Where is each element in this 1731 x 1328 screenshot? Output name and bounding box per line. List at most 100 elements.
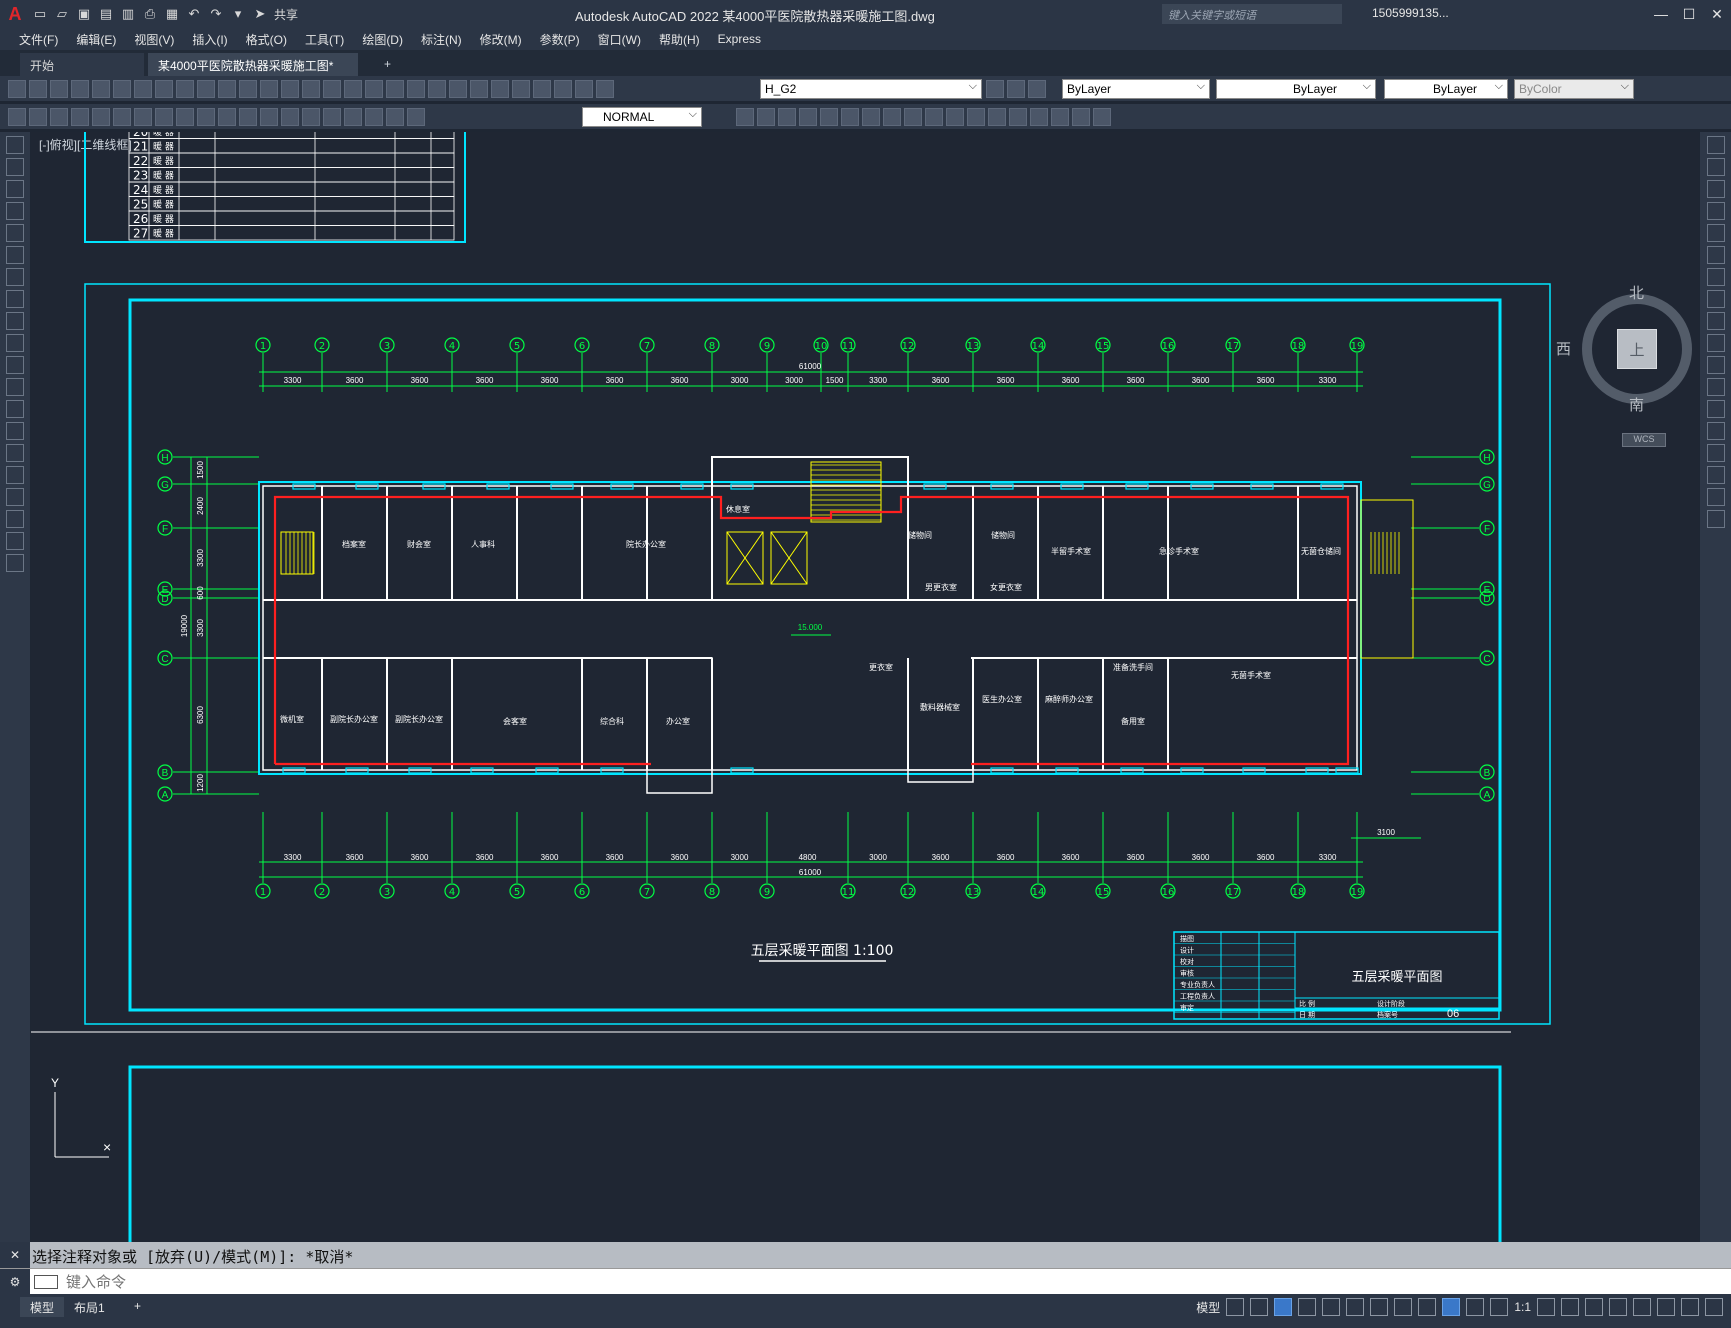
lineweight-dropdown[interactable]: ByLayer bbox=[1384, 79, 1508, 99]
autoscale-icon[interactable] bbox=[1466, 1298, 1485, 1316]
copy-object-icon[interactable] bbox=[757, 108, 775, 126]
menu-tools[interactable]: 工具(T) bbox=[296, 31, 353, 48]
layer-lock-icon[interactable] bbox=[596, 80, 614, 98]
block-icon[interactable] bbox=[6, 400, 24, 418]
zoom-previous-icon[interactable] bbox=[365, 80, 383, 98]
hatch-icon[interactable] bbox=[6, 444, 24, 462]
wcs-menu[interactable]: WCS bbox=[1622, 433, 1666, 447]
spline-icon[interactable] bbox=[6, 312, 24, 330]
annotation-scale-value[interactable]: 1:1 bbox=[1514, 1300, 1531, 1314]
dim-text-edit-icon[interactable] bbox=[386, 108, 404, 126]
publish-tool-icon[interactable] bbox=[113, 80, 131, 98]
new-tab-button[interactable]: + bbox=[374, 53, 401, 76]
matchprop-icon[interactable] bbox=[218, 80, 236, 98]
layer-match-icon[interactable] bbox=[1028, 80, 1046, 98]
scale-right-icon[interactable] bbox=[1706, 290, 1725, 308]
scale-icon[interactable] bbox=[883, 108, 901, 126]
toolpalettes-icon[interactable] bbox=[428, 80, 446, 98]
insert-icon[interactable] bbox=[6, 378, 24, 396]
jogged-linear-icon[interactable] bbox=[344, 108, 362, 126]
linetype-dropdown[interactable]: ByLayer bbox=[1216, 79, 1376, 99]
join-right-icon[interactable] bbox=[1706, 422, 1725, 440]
extend-right-icon[interactable] bbox=[1706, 356, 1725, 374]
revcloud-icon[interactable] bbox=[6, 290, 24, 308]
polar-icon[interactable] bbox=[1298, 1298, 1317, 1316]
command-input[interactable] bbox=[66, 1272, 1686, 1292]
pan-icon[interactable] bbox=[302, 80, 320, 98]
tab-drawing[interactable]: 某4000平医院散热器采暖施工图* × bbox=[148, 53, 358, 88]
copy-right-icon[interactable] bbox=[1706, 158, 1725, 176]
dim-linear-icon[interactable] bbox=[8, 108, 26, 126]
print-icon[interactable]: ⎙ bbox=[140, 4, 160, 24]
move-icon[interactable] bbox=[841, 108, 859, 126]
paste-icon[interactable] bbox=[197, 80, 215, 98]
undo-icon[interactable]: ↶ bbox=[184, 4, 204, 24]
trim-right-icon[interactable] bbox=[1706, 334, 1725, 352]
close-icon[interactable]: ✕ bbox=[1703, 0, 1731, 28]
copy-icon[interactable] bbox=[176, 80, 194, 98]
menu-view[interactable]: 视图(V) bbox=[125, 31, 183, 48]
customize-qat-icon[interactable]: ▾ bbox=[228, 4, 248, 24]
compass-west[interactable]: 西 bbox=[1556, 338, 1571, 359]
dim-baseline-icon[interactable] bbox=[197, 108, 215, 126]
menu-modify[interactable]: 修改(M) bbox=[471, 31, 531, 48]
dim-break-icon[interactable] bbox=[260, 108, 278, 126]
erase-right-icon[interactable] bbox=[1706, 136, 1725, 154]
ortho-icon[interactable] bbox=[1274, 1298, 1293, 1316]
user-account[interactable]: 1505999135... bbox=[1372, 6, 1449, 20]
insert-block-icon[interactable] bbox=[1072, 108, 1090, 126]
tolerance-icon[interactable] bbox=[281, 108, 299, 126]
hardware-acceleration-icon[interactable] bbox=[1657, 1298, 1675, 1316]
make-block-icon[interactable] bbox=[1093, 108, 1111, 126]
polyline-icon[interactable] bbox=[6, 180, 24, 198]
open-file-icon[interactable]: ▱ bbox=[52, 4, 72, 24]
add-layout-button[interactable]: + bbox=[124, 1297, 151, 1317]
minimize-icon[interactable]: — bbox=[1647, 0, 1675, 28]
qnew-icon[interactable] bbox=[8, 80, 26, 98]
layer-previous-icon[interactable] bbox=[1007, 80, 1025, 98]
join-icon[interactable] bbox=[988, 108, 1006, 126]
rectangle-icon[interactable] bbox=[6, 224, 24, 242]
publish-icon[interactable]: ▥ bbox=[118, 4, 138, 24]
model-space-button[interactable]: 模型 bbox=[1196, 1299, 1220, 1316]
menu-edit[interactable]: 编辑(E) bbox=[67, 31, 125, 48]
properties-icon[interactable] bbox=[386, 80, 404, 98]
isodraft-icon[interactable] bbox=[1322, 1298, 1341, 1316]
gradient-icon[interactable] bbox=[6, 466, 24, 484]
osnap-icon[interactable] bbox=[1370, 1298, 1389, 1316]
menu-insert[interactable]: 插入(I) bbox=[183, 31, 236, 48]
sheetset-icon[interactable] bbox=[449, 80, 467, 98]
inspect-icon[interactable] bbox=[323, 108, 341, 126]
mirror-right-icon[interactable] bbox=[1706, 180, 1725, 198]
line-icon[interactable] bbox=[6, 136, 24, 154]
point-icon[interactable] bbox=[6, 422, 24, 440]
menu-file[interactable]: 文件(F) bbox=[10, 31, 67, 48]
mirror-icon[interactable] bbox=[778, 108, 796, 126]
menu-dimension[interactable]: 标注(N) bbox=[412, 31, 471, 48]
add-selected-icon[interactable] bbox=[6, 554, 24, 572]
dim-space-icon[interactable] bbox=[239, 108, 257, 126]
construction-line-icon[interactable] bbox=[6, 158, 24, 176]
open-icon[interactable] bbox=[29, 80, 47, 98]
customization-icon[interactable] bbox=[1705, 1298, 1723, 1316]
ellipse-icon[interactable] bbox=[6, 334, 24, 352]
command-close-icon[interactable]: ✕ bbox=[0, 1242, 30, 1268]
menu-window[interactable]: 窗口(W) bbox=[589, 31, 650, 48]
trim-icon[interactable] bbox=[925, 108, 943, 126]
annotation-visibility-icon[interactable] bbox=[1442, 1298, 1461, 1316]
calculator-icon[interactable] bbox=[491, 80, 509, 98]
drawing-canvas[interactable]: [-]俯视][二维线框] 20 暖 器 21 暖 器 22 暖 器 23 暖 器 24 暖 器 25… bbox=[31, 132, 1699, 1242]
offset-icon[interactable] bbox=[799, 108, 817, 126]
stretch-right-icon[interactable] bbox=[1706, 312, 1725, 330]
break-icon[interactable] bbox=[967, 108, 985, 126]
rotate-right-icon[interactable] bbox=[1706, 268, 1725, 286]
zoom-realtime-icon[interactable] bbox=[323, 80, 341, 98]
designcenter-icon[interactable] bbox=[407, 80, 425, 98]
chamfer-icon[interactable] bbox=[1009, 108, 1027, 126]
compass-north[interactable]: 北 bbox=[1629, 282, 1644, 303]
share-button[interactable]: 共享 bbox=[274, 6, 298, 23]
plot-icon[interactable]: ▦ bbox=[162, 4, 182, 24]
menu-help[interactable]: 帮助(H) bbox=[650, 31, 709, 48]
quick-properties-icon[interactable] bbox=[1609, 1298, 1627, 1316]
tab-model[interactable]: 模型 bbox=[20, 1297, 65, 1317]
